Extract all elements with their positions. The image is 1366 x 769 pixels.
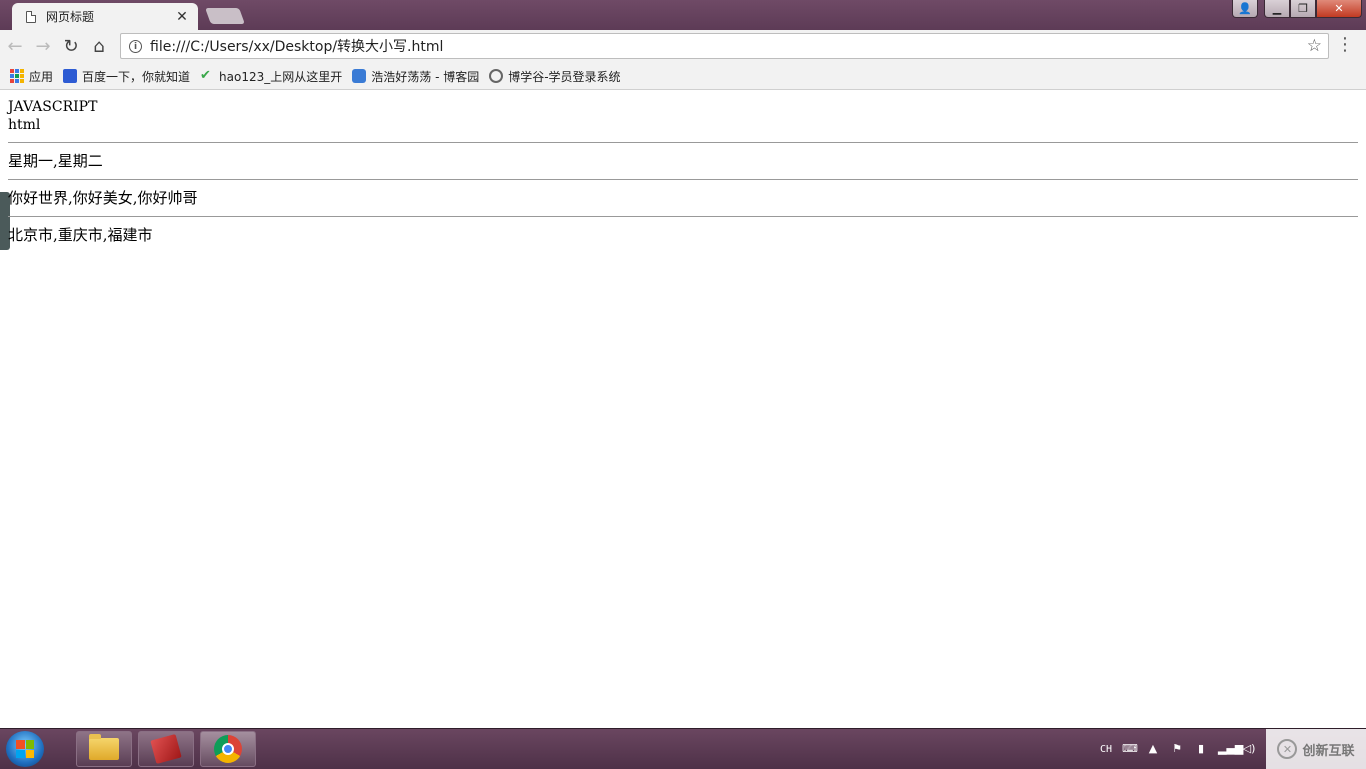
windows-logo-icon bbox=[16, 740, 34, 758]
taskbar-explorer[interactable] bbox=[76, 731, 132, 767]
bookmark-label: 博学谷-学员登录系统 bbox=[508, 69, 621, 84]
city-list: 北京市,重庆市,福建市 bbox=[8, 226, 153, 244]
forward-button[interactable]: → bbox=[30, 34, 56, 60]
volume-icon[interactable]: ◁) bbox=[1242, 743, 1256, 755]
editor-icon bbox=[150, 734, 182, 764]
boxuegu-icon bbox=[489, 69, 504, 83]
divider bbox=[8, 216, 1358, 217]
chrome-icon bbox=[214, 735, 242, 763]
bookmark-hao123[interactable]: ✔ hao123_上网从这里开 bbox=[200, 68, 342, 85]
apps-grid-icon bbox=[10, 69, 24, 83]
taskbar-editor[interactable] bbox=[138, 731, 194, 767]
reload-button[interactable]: ↻ bbox=[58, 34, 84, 60]
start-button[interactable] bbox=[6, 731, 44, 767]
browser-tab[interactable]: 网页标题 ✕ bbox=[12, 3, 198, 30]
divider bbox=[8, 179, 1358, 180]
action-center-flag-icon[interactable]: ⚑ bbox=[1170, 743, 1184, 755]
close-tab-icon[interactable]: ✕ bbox=[174, 9, 190, 25]
page-icon bbox=[26, 10, 36, 23]
tab-title: 网页标题 bbox=[46, 10, 95, 24]
user-icon[interactable]: 👤 bbox=[1232, 0, 1258, 18]
hao123-icon: ✔ bbox=[200, 68, 211, 83]
back-button[interactable]: ← bbox=[2, 34, 28, 60]
network-signal-icon[interactable]: ▂▄▆ bbox=[1218, 743, 1243, 755]
title-bar: 网页标题 ✕ 👤 ▁ ❐ ✕ bbox=[0, 0, 1366, 30]
watermark-logo: ✕ 创新互联 bbox=[1266, 729, 1366, 769]
page-content: JAVASCRIPT html 星期一,星期二 你好世界,你好美女,你好帅哥 北… bbox=[8, 98, 1358, 253]
taskbar-chrome[interactable] bbox=[200, 731, 256, 767]
bookmark-boxuegu[interactable]: 博学谷-学员登录系统 bbox=[489, 68, 621, 85]
bookmark-apps[interactable]: 应用 bbox=[10, 68, 53, 85]
bookmarks-bar: 应用 百度一下，你就知道 ✔ hao123_上网从这里开 浩浩好荡荡 - 博客园… bbox=[0, 63, 1366, 90]
system-tray: CH ⌨ ▲ ⚑ ▮ ▂▄▆ ◁) ✕ 创新互联 bbox=[1100, 729, 1366, 769]
folder-icon bbox=[89, 734, 119, 760]
show-hidden-icons-icon[interactable]: ▲ bbox=[1146, 743, 1160, 755]
uppercase-text: JAVASCRIPT bbox=[8, 99, 98, 115]
url-text[interactable]: file:///C:/Users/xx/Desktop/转换大小写.html bbox=[150, 36, 1307, 56]
keyboard-icon[interactable]: ⌨ bbox=[1122, 743, 1138, 755]
menu-icon[interactable]: ⋮ bbox=[1336, 36, 1354, 54]
window-controls: 👤 ▁ ❐ ✕ bbox=[1232, 0, 1362, 18]
maximize-button[interactable]: ❐ bbox=[1290, 0, 1316, 18]
bookmark-label: hao123_上网从这里开 bbox=[219, 69, 343, 84]
lowercase-text: html bbox=[8, 117, 41, 133]
greeting-list: 你好世界,你好美女,你好帅哥 bbox=[8, 189, 198, 207]
taskbar: CH ⌨ ▲ ⚑ ▮ ▂▄▆ ◁) ✕ 创新互联 bbox=[0, 728, 1366, 769]
weekday-list: 星期一,星期二 bbox=[8, 152, 103, 170]
address-bar[interactable]: i file:///C:/Users/xx/Desktop/转换大小写.html… bbox=[120, 33, 1329, 59]
bookmark-star-icon[interactable]: ☆ bbox=[1307, 36, 1322, 56]
new-tab-button[interactable] bbox=[205, 8, 245, 24]
close-window-button[interactable]: ✕ bbox=[1316, 0, 1362, 18]
divider bbox=[8, 142, 1358, 143]
bookmark-baidu[interactable]: 百度一下，你就知道 bbox=[63, 68, 190, 85]
info-icon[interactable]: i bbox=[129, 39, 142, 53]
baidu-paw-icon bbox=[63, 69, 78, 83]
home-button[interactable]: ⌂ bbox=[86, 34, 112, 60]
bookmark-label: 百度一下，你就知道 bbox=[82, 69, 191, 84]
bookmark-cnblogs[interactable]: 浩浩好荡荡 - 博客园 bbox=[352, 68, 479, 85]
bookmark-label: 应用 bbox=[29, 69, 54, 84]
power-icon[interactable]: ▮ bbox=[1194, 743, 1208, 755]
minimize-button[interactable]: ▁ bbox=[1264, 0, 1290, 18]
bookmark-label: 浩浩好荡荡 - 博客园 bbox=[371, 69, 480, 84]
watermark-text: 创新互联 bbox=[1302, 743, 1355, 759]
cnblogs-icon bbox=[352, 69, 367, 83]
watermark-icon: ✕ bbox=[1277, 739, 1298, 759]
language-indicator[interactable]: CH bbox=[1100, 744, 1112, 755]
browser-toolbar: ← → ↻ ⌂ i file:///C:/Users/xx/Desktop/转换… bbox=[0, 30, 1366, 63]
